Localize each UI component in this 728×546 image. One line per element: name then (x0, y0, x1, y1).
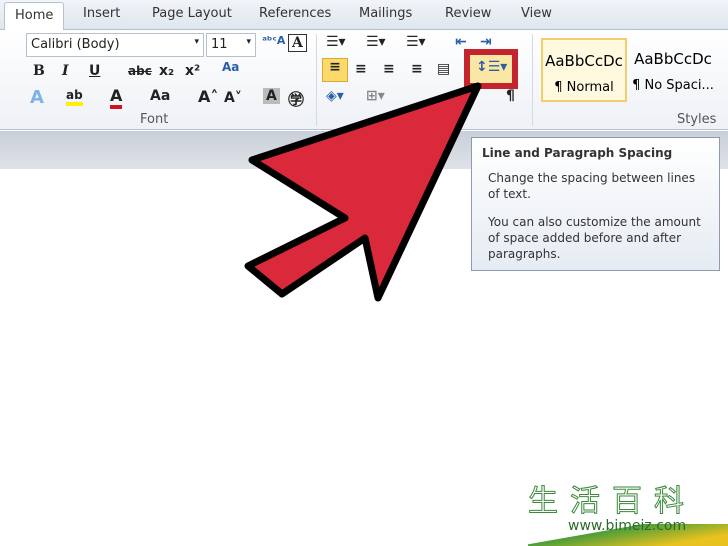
tooltip: Line and Paragraph Spacing Change the sp… (471, 137, 720, 271)
red-arrow-annotation (244, 82, 482, 302)
watermark-text: 生活百科 (528, 484, 696, 520)
watermark-logo: 生活百科 www.bimeiz.com (528, 484, 728, 546)
arrow-shape (244, 82, 482, 302)
tooltip-text: You can also customize the amount of spa… (488, 215, 701, 261)
watermark-url: www.bimeiz.com (568, 518, 687, 534)
tooltip-title: Line and Paragraph Spacing (482, 146, 673, 160)
tooltip-text: Change the spacing between lines of text… (488, 171, 696, 201)
